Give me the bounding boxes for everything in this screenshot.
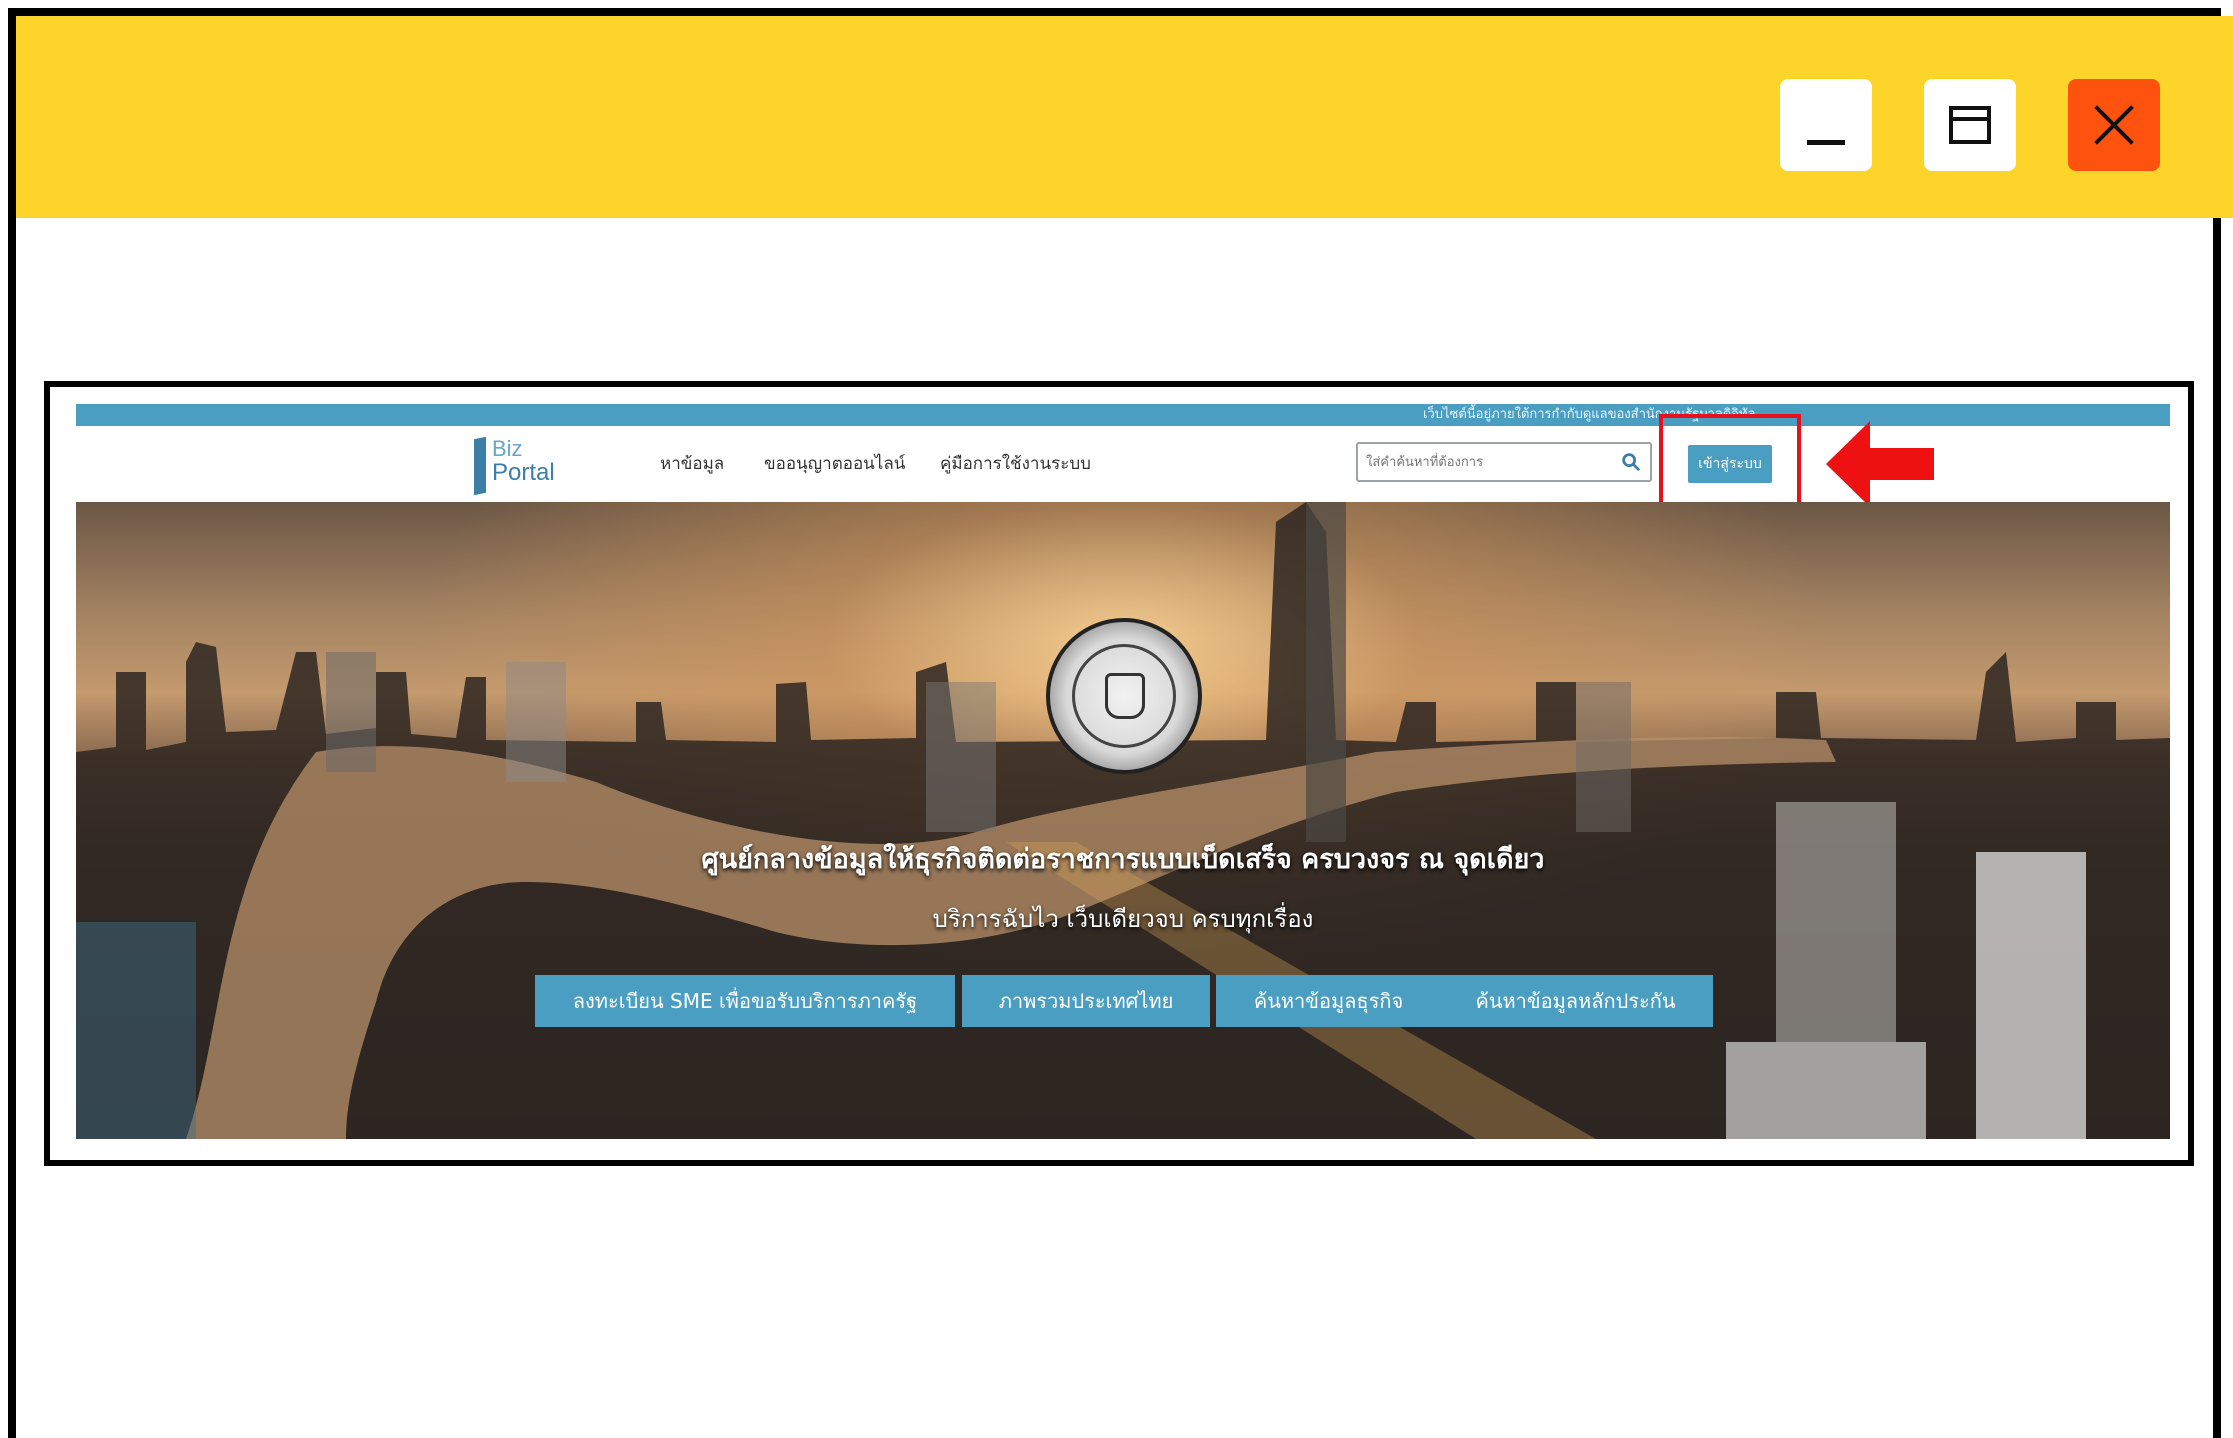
logo-text-biz: Biz — [492, 436, 523, 461]
login-highlight-box — [1659, 414, 1801, 508]
logo-mark-icon — [474, 436, 486, 496]
seal-emblem — [1105, 673, 1145, 719]
bizportal-logo[interactable]: Biz Portal — [474, 432, 584, 498]
search-input[interactable] — [1366, 450, 1606, 474]
maximize-button[interactable] — [1924, 79, 2016, 171]
hero-banner: ศูนย์กลางข้อมูลให้ธุรกิจติดต่อราชการแบบเ… — [76, 502, 2170, 1139]
nav-user-manual[interactable]: คู่มือการใช้งานระบบ — [940, 450, 1091, 477]
thailand-overview-button[interactable]: ภาพรวมประเทศไทย — [962, 975, 1210, 1027]
logo-text-portal: Portal — [492, 459, 555, 486]
register-sme-button[interactable]: ลงทะเบียน SME เพื่อขอรับบริการภาครัฐ — [535, 975, 955, 1027]
maximize-icon — [1949, 106, 1991, 144]
close-button[interactable] — [2068, 79, 2160, 171]
hero-title: ศูนย์กลางข้อมูลให้ธุรกิจติดต่อราชการแบบเ… — [701, 844, 1545, 875]
government-seal-logo — [1046, 618, 1202, 774]
minimize-button[interactable] — [1780, 79, 1872, 171]
search-collateral-button[interactable]: ค้นหาข้อมูลหลักประกัน — [1438, 975, 1713, 1027]
hero-subtitle: บริการฉับไว เว็บเดียวจบ ครบทุกเรื่อง — [932, 905, 1314, 933]
nav-online-permit[interactable]: ขออนุญาตออนไลน์ — [764, 450, 905, 477]
close-icon — [2092, 103, 2136, 147]
red-arrow-icon — [1826, 421, 1934, 507]
seal-inner-ring — [1072, 644, 1176, 748]
search-icon[interactable] — [1620, 451, 1642, 473]
site-search-box — [1356, 442, 1652, 482]
title-bar — [16, 16, 2233, 218]
nav-find-info[interactable]: หาข้อมูล — [660, 450, 724, 477]
search-business-button[interactable]: ค้นหาข้อมูลธุรกิจ — [1216, 975, 1441, 1027]
city-skyline-image — [76, 502, 2170, 1139]
minimize-icon — [1807, 140, 1845, 145]
